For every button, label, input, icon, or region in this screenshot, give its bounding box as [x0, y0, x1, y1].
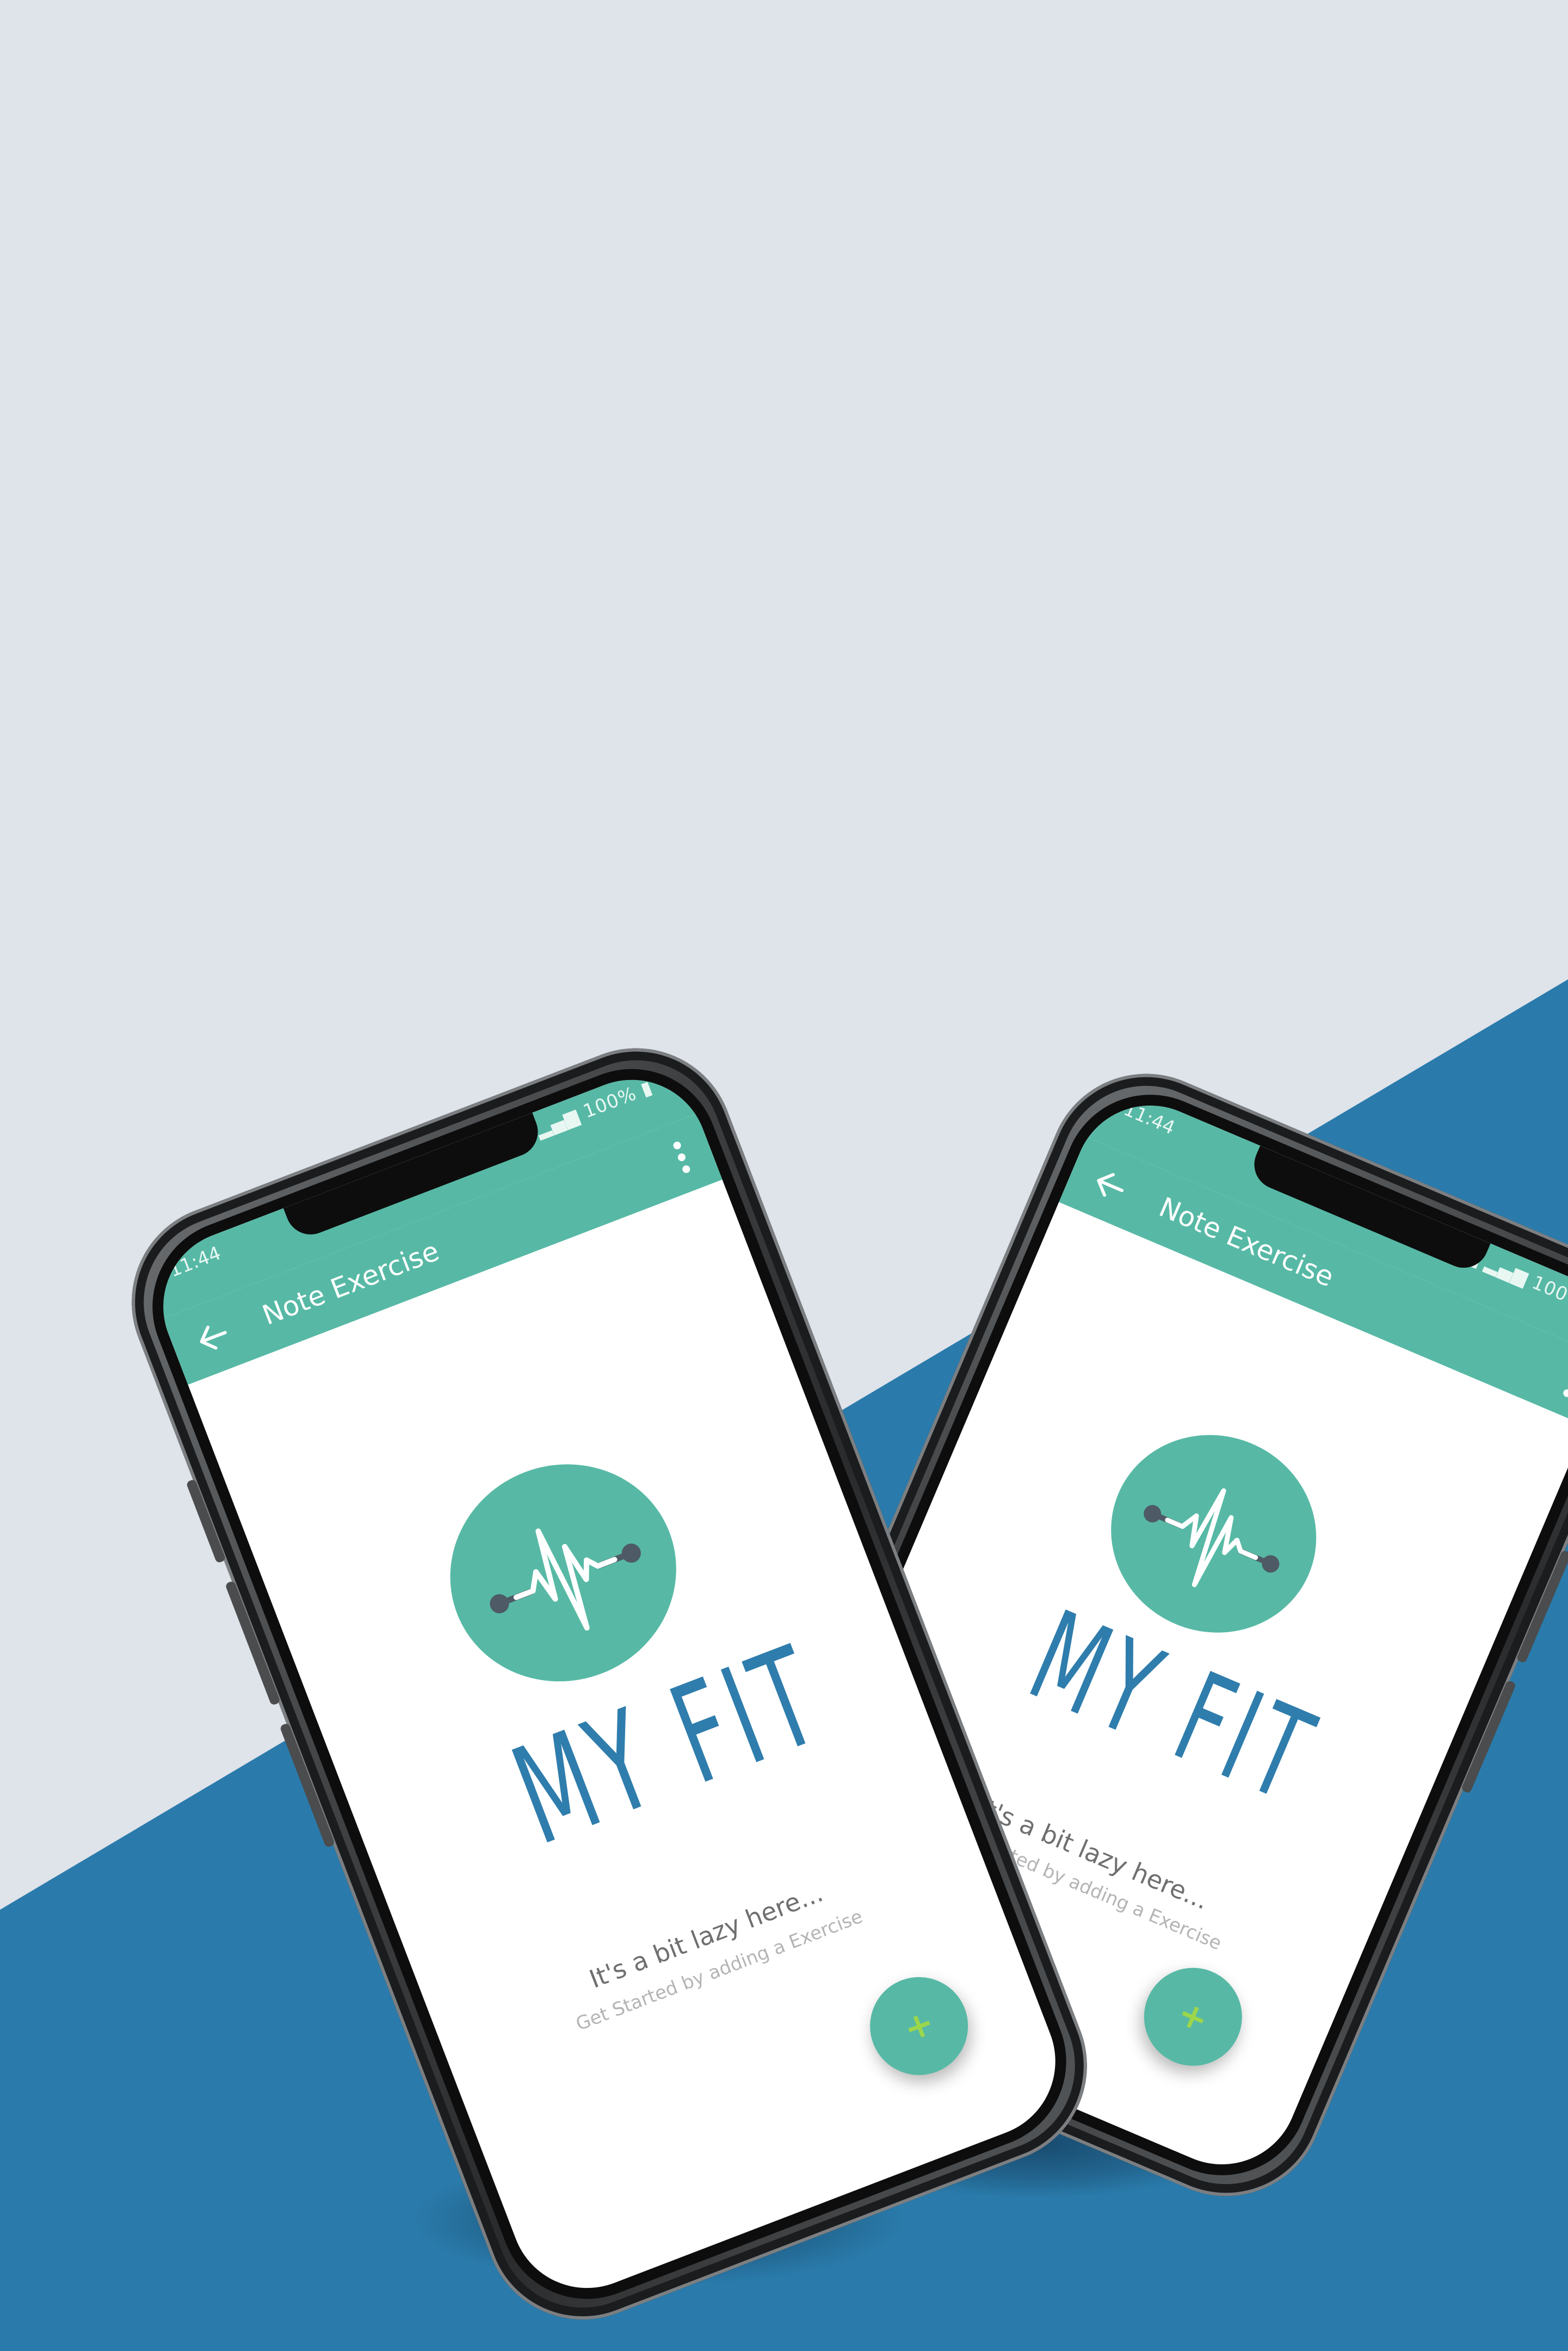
add-exercise-button[interactable]: +: [1128, 1952, 1257, 2081]
plus-icon: +: [1171, 1992, 1214, 2041]
battery-level: 100%: [1528, 1272, 1568, 1313]
more-vert-icon[interactable]: [1557, 1361, 1568, 1402]
plus-icon: +: [898, 2002, 940, 2050]
arrow-left-icon[interactable]: [189, 1312, 238, 1361]
add-exercise-button[interactable]: +: [855, 1963, 983, 2090]
mockup-stage: 11:44 ▂▄▆ ▂▄▆ 100% ▮ Note Exercise: [0, 0, 1568, 2351]
arrow-left-icon[interactable]: [1085, 1161, 1135, 1211]
more-vert-icon[interactable]: [667, 1137, 696, 1178]
